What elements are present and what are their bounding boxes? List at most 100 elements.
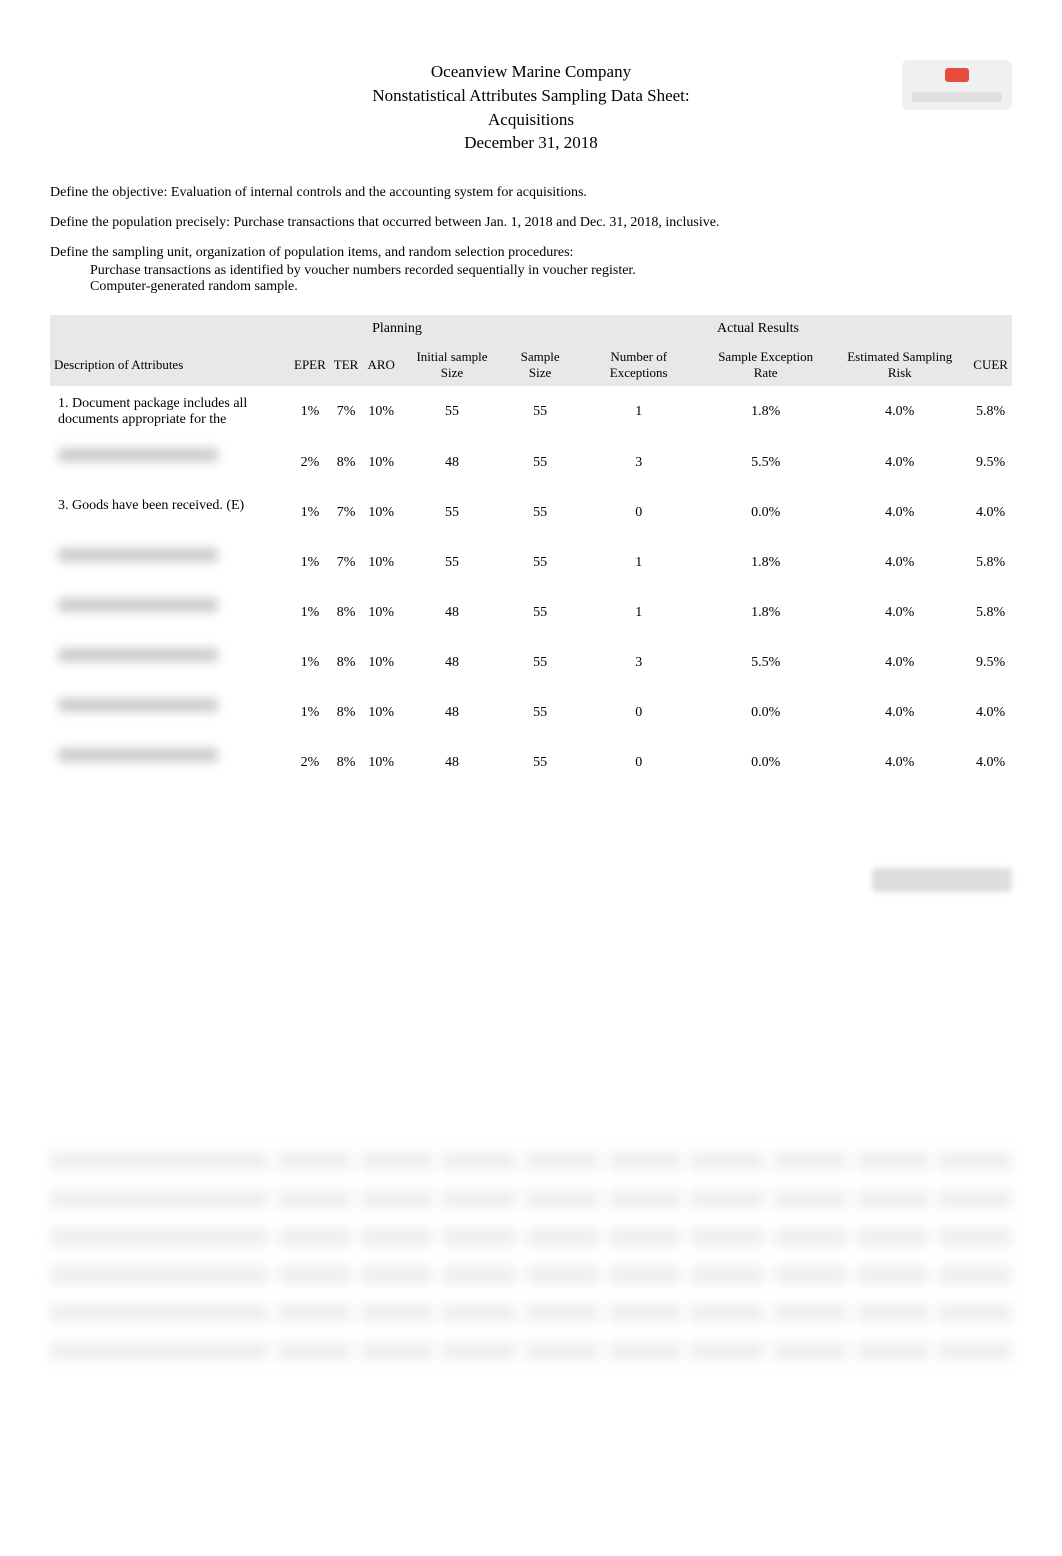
- cell-cuer: 5.8%: [969, 386, 1012, 438]
- cell-ser: 1.8%: [701, 386, 830, 438]
- cell-eper: 2%: [290, 738, 330, 788]
- cell-sample: 55: [504, 588, 576, 638]
- cell-desc: [50, 438, 290, 488]
- cell-aro: 10%: [362, 638, 400, 688]
- cell-sample: 55: [504, 438, 576, 488]
- cell-aro: 10%: [362, 386, 400, 438]
- col-ter: TER: [330, 343, 363, 386]
- cell-ser: 0.0%: [701, 688, 830, 738]
- cell-desc: [50, 738, 290, 788]
- col-aro: ARO: [362, 343, 400, 386]
- objective-label: Define the objective:: [50, 185, 167, 200]
- cell-eper: 1%: [290, 638, 330, 688]
- attributes-table: Planning Actual Results Description of A…: [50, 315, 1012, 788]
- cell-desc: 3. Goods have been received. (E): [50, 488, 290, 538]
- cell-desc: 1. Document package includes all documen…: [50, 386, 290, 438]
- doc-title: Nonstatistical Attributes Sampling Data …: [50, 84, 1012, 108]
- col-ser: Sample Exception Rate: [701, 343, 830, 386]
- cell-ter: 7%: [330, 386, 363, 438]
- cell-exceptions: 1: [576, 538, 701, 588]
- table-row: 1%8%10%485511.8%4.0%5.8%: [50, 588, 1012, 638]
- cell-eper: 1%: [290, 488, 330, 538]
- table-row: 1%7%10%555511.8%4.0%5.8%: [50, 538, 1012, 588]
- company-name: Oceanview Marine Company: [50, 60, 1012, 84]
- cell-ser: 5.5%: [701, 638, 830, 688]
- cell-sample: 55: [504, 488, 576, 538]
- col-initial: Initial sample Size: [400, 343, 504, 386]
- cell-eper: 1%: [290, 538, 330, 588]
- cell-cuer: 4.0%: [969, 688, 1012, 738]
- sampling-sub1: Purchase transactions as identified by v…: [50, 263, 1012, 279]
- header-badge: [902, 60, 1012, 110]
- cell-exceptions: 0: [576, 738, 701, 788]
- cell-esr: 4.0%: [830, 488, 969, 538]
- group-actual: Actual Results: [504, 315, 1012, 343]
- table-row: 1%8%10%485500.0%4.0%4.0%: [50, 688, 1012, 738]
- cell-esr: 4.0%: [830, 538, 969, 588]
- cell-desc: [50, 588, 290, 638]
- cell-eper: 1%: [290, 688, 330, 738]
- cell-cuer: 9.5%: [969, 638, 1012, 688]
- table-row: 3. Goods have been received. (E)1%7%10%5…: [50, 488, 1012, 538]
- population-value: Purchase transactions that occurred betw…: [234, 215, 720, 230]
- cell-cuer: 9.5%: [969, 438, 1012, 488]
- cell-aro: 10%: [362, 488, 400, 538]
- col-cuer: CUER: [969, 343, 1012, 386]
- cell-esr: 4.0%: [830, 688, 969, 738]
- col-exceptions: Number of Exceptions: [576, 343, 701, 386]
- table-row: 1. Document package includes all documen…: [50, 386, 1012, 438]
- table-row: 1%8%10%485535.5%4.0%9.5%: [50, 638, 1012, 688]
- doc-date: December 31, 2018: [50, 131, 1012, 155]
- cell-eper: 1%: [290, 386, 330, 438]
- table-row: 2%8%10%485500.0%4.0%4.0%: [50, 738, 1012, 788]
- cell-sample: 55: [504, 738, 576, 788]
- sampling-sub2: Computer-generated random sample.: [50, 279, 1012, 295]
- cell-sample: 55: [504, 538, 576, 588]
- cell-exceptions: 1: [576, 386, 701, 438]
- cell-initial: 48: [400, 738, 504, 788]
- ghost-preview: [50, 1152, 1012, 1360]
- cell-initial: 55: [400, 488, 504, 538]
- cell-ter: 8%: [330, 438, 363, 488]
- sampling-label: Define the sampling unit, organization o…: [50, 245, 573, 260]
- group-planning: Planning: [290, 315, 504, 343]
- cell-exceptions: 3: [576, 438, 701, 488]
- col-desc: Description of Attributes: [50, 343, 290, 386]
- cell-sample: 55: [504, 386, 576, 438]
- cell-initial: 55: [400, 386, 504, 438]
- cell-ser: 5.5%: [701, 438, 830, 488]
- cell-esr: 4.0%: [830, 438, 969, 488]
- col-esr: Estimated Sampling Risk: [830, 343, 969, 386]
- cell-cuer: 4.0%: [969, 738, 1012, 788]
- population-label: Define the population precisely:: [50, 215, 230, 230]
- cell-ter: 8%: [330, 638, 363, 688]
- footer-blur: [872, 868, 1012, 892]
- cell-exceptions: 0: [576, 488, 701, 538]
- cell-exceptions: 1: [576, 588, 701, 638]
- cell-initial: 48: [400, 688, 504, 738]
- cell-initial: 55: [400, 538, 504, 588]
- cell-ter: 8%: [330, 688, 363, 738]
- col-sample: Sample Size: [504, 343, 576, 386]
- cell-esr: 4.0%: [830, 386, 969, 438]
- cell-initial: 48: [400, 588, 504, 638]
- cell-esr: 4.0%: [830, 738, 969, 788]
- doc-subject: Acquisitions: [50, 108, 1012, 132]
- cell-ser: 0.0%: [701, 738, 830, 788]
- cell-sample: 55: [504, 688, 576, 738]
- cell-desc: [50, 638, 290, 688]
- cell-exceptions: 3: [576, 638, 701, 688]
- cell-cuer: 5.8%: [969, 588, 1012, 638]
- cell-esr: 4.0%: [830, 638, 969, 688]
- cell-sample: 55: [504, 638, 576, 688]
- cell-ter: 7%: [330, 538, 363, 588]
- cell-ser: 0.0%: [701, 488, 830, 538]
- cell-eper: 2%: [290, 438, 330, 488]
- cell-cuer: 5.8%: [969, 538, 1012, 588]
- cell-initial: 48: [400, 638, 504, 688]
- cell-ter: 8%: [330, 588, 363, 638]
- cell-aro: 10%: [362, 688, 400, 738]
- cell-ser: 1.8%: [701, 588, 830, 638]
- cell-ter: 8%: [330, 738, 363, 788]
- cell-aro: 10%: [362, 588, 400, 638]
